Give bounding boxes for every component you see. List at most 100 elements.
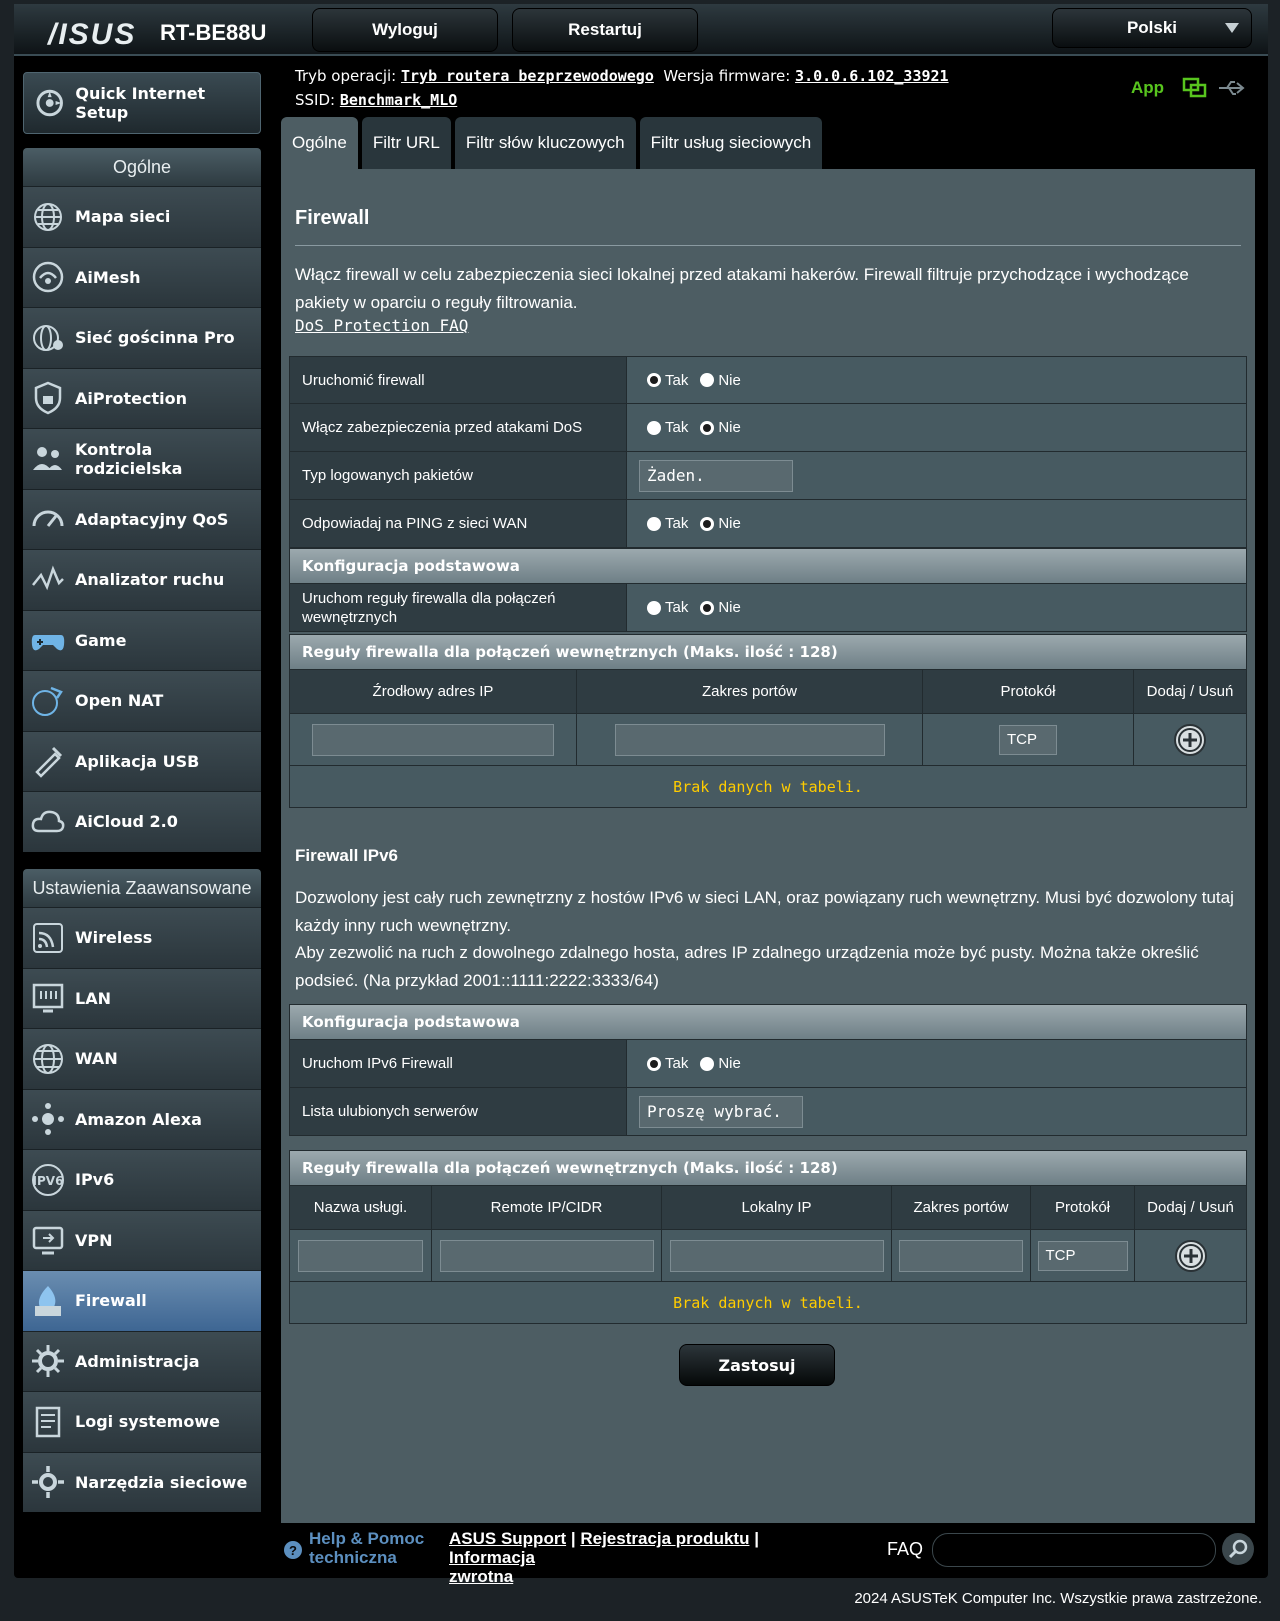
help-support-link[interactable]: Help & Pomoc techniczna: [309, 1529, 424, 1567]
cloud-icon: [31, 810, 65, 832]
firewall-settings-table: Uruchomić firewall Tak Nie Włącz zabezpi…: [289, 356, 1247, 632]
protocol-select[interactable]: TCP: [999, 724, 1057, 755]
log-packets-type-select[interactable]: Żaden.: [639, 459, 793, 492]
ssid-value-link[interactable]: Benchmark_MLO: [340, 91, 457, 109]
internal-rules-no-radio[interactable]: [700, 600, 715, 615]
tab-url-filter[interactable]: Filtr URL: [361, 117, 451, 169]
ipv6-enable-radio-group: Tak Nie: [626, 1040, 1246, 1087]
model-name: RT-BE88U: [160, 20, 267, 45]
tab-general[interactable]: Ogólne: [281, 117, 358, 169]
sidebar-item-label: AiCloud 2.0: [75, 812, 178, 832]
sidebar-item-game[interactable]: Game: [23, 609, 261, 670]
sidebar-item-adaptacyjny-qos[interactable]: Adaptacyjny QoS: [23, 488, 261, 549]
chevron-down-icon: [1225, 23, 1239, 33]
sidebar-item-ipv6[interactable]: IPV6 IPv6: [23, 1149, 261, 1210]
firmware-value-link[interactable]: 3.0.0.6.102_33921: [795, 67, 949, 85]
usb-status-icon[interactable]: [1217, 76, 1245, 100]
sidebar-item-label: Adaptacyjny QoS: [75, 509, 229, 529]
ipv6-basic-config-title: Konfiguracja podstawowa: [289, 1004, 1247, 1040]
sidebar-item-administracja[interactable]: Administracja: [23, 1330, 261, 1391]
sidebar-item-sie-go-cinna-pro[interactable]: Sieć gościnna Pro: [23, 307, 261, 368]
sidebar-item-label: Mapa sieci: [75, 207, 171, 227]
service-name-input[interactable]: [298, 1239, 423, 1272]
dos-protection-yes-radio[interactable]: [647, 420, 661, 435]
general-section-title: Ogólne: [23, 148, 261, 186]
app-link[interactable]: App: [1131, 78, 1164, 98]
sidebar-item-vpn[interactable]: VPN: [23, 1209, 261, 1270]
table-row: Typ logowanych pakietów Żaden.: [289, 452, 1247, 500]
shield-lock-icon: [34, 381, 62, 415]
asus-support-link[interactable]: ASUS Support: [449, 1529, 566, 1548]
wan-ping-no-radio[interactable]: [700, 516, 715, 531]
feedback-link[interactable]: Informacja zwrotna: [449, 1548, 535, 1586]
sidebar-item-logi-systemowe[interactable]: Logi systemowe: [23, 1391, 261, 1452]
sidebar-item-aimesh[interactable]: AiMesh: [23, 246, 261, 307]
table-row: Lista ulubionych serwerów Proszę wybrać.: [289, 1088, 1247, 1136]
ipv6-protocol-select[interactable]: TCP: [1037, 1240, 1128, 1271]
gamepad-icon: [31, 635, 65, 651]
sidebar-item-amazon-alexa[interactable]: Amazon Alexa: [23, 1088, 261, 1149]
dos-protection-faq-link[interactable]: DoS Protection FAQ: [295, 316, 468, 335]
language-select[interactable]: Polski: [1052, 8, 1252, 48]
logout-button[interactable]: Wyloguj: [312, 8, 498, 52]
ipv6-add-cell: [1134, 1230, 1246, 1281]
firewall-description: Włącz firewall w celu zabezpieczenia sie…: [295, 265, 1189, 312]
sidebar-item-analizator-ruchu[interactable]: Analizator ruchu: [23, 549, 261, 610]
sidebar-item-open-nat[interactable]: Open NAT: [23, 670, 261, 731]
enable-firewall-yes-radio[interactable]: [647, 373, 661, 387]
quick-internet-setup-button[interactable]: Quick Internet Setup: [23, 72, 261, 134]
aimesh-icon: [32, 262, 64, 293]
language-value: Polski: [1126, 18, 1178, 37]
dos-protection-label: Włącz zabezpieczenia przed atakami DoS: [290, 404, 626, 451]
sidebar-item-wan[interactable]: WAN: [23, 1028, 261, 1089]
ipv6-enable-yes-radio[interactable]: [647, 1056, 661, 1071]
tab-network-service-filter[interactable]: Filtr usług sieciowych: [639, 117, 823, 169]
add-circle-icon[interactable]: [1174, 1239, 1208, 1273]
internet-status-icon[interactable]: [1181, 76, 1209, 100]
mode-value-link[interactable]: Tryb routera bezprzewodowego: [401, 67, 654, 85]
ipv6-enable-label: Uruchom IPv6 Firewall: [290, 1040, 626, 1087]
tab-bar: Ogólne Filtr URL Filtr słów kluczowych F…: [281, 117, 823, 169]
footer: ? Help & Pomoc techniczna ASUS Support |…: [281, 1523, 1255, 1586]
restart-button[interactable]: Restartuj: [512, 8, 698, 52]
remote-ip-cell: [431, 1230, 661, 1281]
sidebar-item-aiprotection[interactable]: AiProtection: [23, 367, 261, 428]
apply-button[interactable]: Zastosuj: [679, 1344, 835, 1386]
dos-protection-no-radio[interactable]: [700, 420, 715, 435]
sidebar-item-aicloud-2-0[interactable]: AiCloud 2.0: [23, 791, 261, 852]
tab-keyword-filter[interactable]: Filtr słów kluczowych: [454, 117, 636, 169]
sidebar-item-label: AiMesh: [75, 267, 141, 287]
sidebar-item-mapa-sieci[interactable]: Mapa sieci: [23, 186, 261, 247]
ipv6-enable-no-radio[interactable]: [700, 1056, 715, 1071]
add-circle-icon[interactable]: [1173, 723, 1207, 757]
sidebar-item-label: LAN: [75, 988, 111, 1008]
ipv6-port-range-input[interactable]: [899, 1239, 1023, 1272]
protocol-cell: TCP: [922, 714, 1133, 765]
internal-rules-yes-radio[interactable]: [647, 600, 661, 615]
sidebar-item-lan[interactable]: LAN: [23, 967, 261, 1028]
ipv6-firewall-title: Firewall IPv6: [295, 846, 398, 865]
remote-ip-input[interactable]: [439, 1239, 654, 1272]
favorite-servers-select[interactable]: Proszę wybrać.: [639, 1095, 803, 1128]
ipv6-settings-table: Konfiguracja podstawowa Uruchom IPv6 Fir…: [289, 1004, 1247, 1136]
sidebar-item-narz-dzia-sieciowe[interactable]: Narzędzia sieciowe: [23, 1451, 261, 1512]
enable-firewall-no-radio[interactable]: [700, 373, 715, 387]
footer-links: ASUS Support | Rejestracja produktu | In…: [449, 1529, 759, 1586]
search-icon[interactable]: [1222, 1533, 1254, 1565]
ipv6-description-2: Aby zezwolić na ruch z dowolnego zdalneg…: [295, 943, 1199, 990]
source-ip-input[interactable]: [312, 723, 554, 756]
sidebar-item-wireless[interactable]: Wireless: [23, 907, 261, 968]
sidebar-item-firewall[interactable]: Firewall: [23, 1270, 261, 1331]
sidebar-item-aplikacja-usb[interactable]: Aplikacja USB: [23, 730, 261, 791]
port-range-input[interactable]: [614, 723, 885, 756]
local-ip-input[interactable]: [669, 1239, 884, 1272]
wireless-icon: [33, 922, 63, 953]
admin-gear-icon: [32, 1345, 64, 1378]
sidebar-item-label: Narzędzia sieciowe: [75, 1472, 248, 1492]
sidebar-item-kontrola-rodzicielska[interactable]: Kontrola rodzicielska: [23, 428, 261, 489]
product-registration-link[interactable]: Rejestracja produktu: [580, 1529, 749, 1548]
ipv6-rules-input-row: TCP: [289, 1230, 1247, 1282]
globe-network-icon: [34, 202, 62, 231]
wan-ping-yes-radio[interactable]: [647, 516, 661, 531]
faq-search-input[interactable]: [932, 1533, 1216, 1567]
